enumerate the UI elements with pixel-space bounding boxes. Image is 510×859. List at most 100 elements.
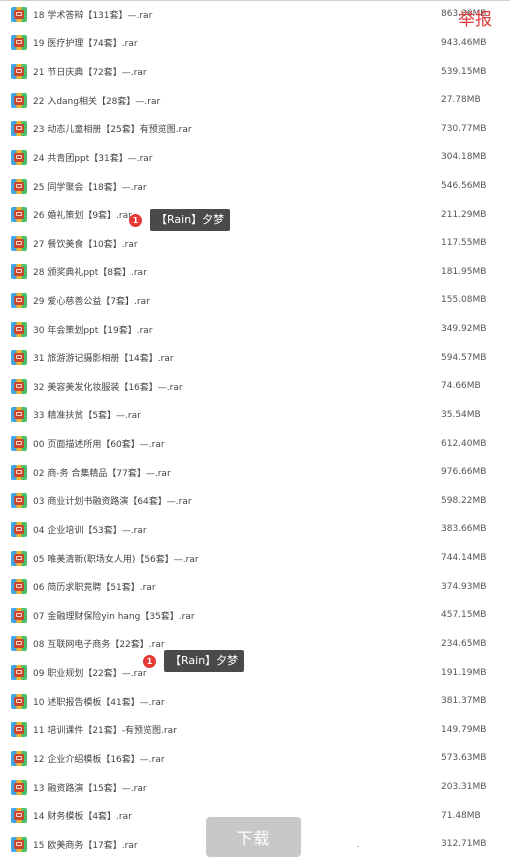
file-row[interactable]: 30 年会策划ppt【19套】.rar 349.92MB: [0, 315, 510, 344]
file-size: 304.18MB: [441, 152, 487, 163]
file-row[interactable]: 23 动态儿童相册【25套】有预览图.rar 730.77MB: [0, 114, 510, 143]
file-name: 23 动态儿童相册【25套】有预览图.rar: [33, 125, 192, 136]
file-row[interactable]: 29 爱心慈善公益【7套】.rar 155.08MB: [0, 286, 510, 315]
file-row[interactable]: 03 商业计划书融资路演【64套】—.rar 598.22MB: [0, 487, 510, 516]
file-name: 22 入dang相关【28套】—.rar: [33, 96, 161, 107]
file-row[interactable]: 08 互联网电子商务【22套】.rar 234.65MB: [0, 630, 510, 659]
file-row[interactable]: 09 职业规划【22套】—.rar 191.19MB: [0, 658, 510, 687]
comment-tip[interactable]: 1 【Rain】夕梦: [129, 209, 231, 231]
file-size: 234.65MB: [441, 638, 487, 649]
file-name: 21 节日庆典【72套】—.rar: [33, 68, 147, 79]
archive-file-icon: [11, 836, 27, 852]
file-row[interactable]: 18 学术答辩【131套】—.rar 863.36MB: [0, 0, 510, 29]
archive-file-icon: [11, 464, 27, 480]
file-row[interactable]: 00 页面描述所用【60套】—.rar 612.40MB: [0, 429, 510, 458]
archive-file-icon: [11, 6, 27, 22]
tip-count-badge: 1: [129, 213, 142, 227]
archive-file-icon: [11, 350, 27, 366]
file-row[interactable]: 19 医疗护理【74套】.rar 943.46MB: [0, 29, 510, 58]
report-link[interactable]: 举报: [458, 5, 492, 30]
file-name: 09 职业规划【22套】—.rar: [33, 669, 147, 680]
archive-file-icon: [11, 292, 27, 308]
file-row[interactable]: 27 餐饮美食【10套】.rar 117.55MB: [0, 229, 510, 258]
archive-file-icon: [11, 378, 27, 394]
file-name: 32 美容美发化妆服装【16套】—.rar: [33, 382, 183, 393]
file-row[interactable]: 13 融资路演【15套】—.rar 203.31MB: [0, 773, 510, 802]
file-name: 27 餐饮美食【10套】.rar: [33, 239, 138, 250]
file-row[interactable]: 32 美容美发化妆服装【16套】—.rar 74.66MB: [0, 372, 510, 401]
file-row[interactable]: 11 培训课件【21套】-有预览图.rar 149.79MB: [0, 716, 510, 745]
file-name: 05 唯美清新(职场女人用)【56套】—.rar: [33, 554, 199, 565]
file-size: 155.08MB: [441, 295, 487, 306]
file-size: 943.46MB: [441, 37, 487, 48]
file-name: 14 财务模板【4套】.rar: [33, 812, 132, 823]
file-name: 07 金融理财保险yin hang【35套】.rar: [33, 611, 195, 622]
file-row[interactable]: 31 旅游游记摄影相册【14套】.rar 594.57MB: [0, 343, 510, 372]
archive-file-icon: [11, 436, 27, 452]
file-size: 457.15MB: [441, 610, 487, 621]
tip-username: 【Rain】夕梦: [150, 209, 231, 231]
archive-file-icon: [11, 521, 27, 537]
archive-file-icon: [11, 149, 27, 165]
decorative-dot: [357, 846, 359, 847]
file-row[interactable]: 07 金融理财保险yin hang【35套】.rar 457.15MB: [0, 601, 510, 630]
file-size: 374.93MB: [441, 581, 487, 592]
file-name: 19 医疗护理【74套】.rar: [33, 39, 138, 50]
file-row[interactable]: 28 颁奖典礼ppt【8套】.rar 181.95MB: [0, 258, 510, 287]
archive-file-icon: [11, 779, 27, 795]
file-size: 149.79MB: [441, 724, 487, 735]
archive-file-icon: [11, 750, 27, 766]
file-row[interactable]: 02 商-务 合集精品【77套】—.rar 976.66MB: [0, 458, 510, 487]
file-size: 539.15MB: [441, 66, 487, 77]
file-size: 976.66MB: [441, 467, 487, 478]
comment-tip[interactable]: 1 【Rain】夕梦: [143, 650, 245, 672]
file-row[interactable]: 24 共青团ppt【31套】—.rar 304.18MB: [0, 143, 510, 172]
archive-file-icon: [11, 121, 27, 137]
file-name: 06 简历求职竞聘【51套】.rar: [33, 583, 156, 594]
archive-file-icon: [11, 92, 27, 108]
file-name: 13 融资路演【15套】—.rar: [33, 783, 147, 794]
file-name: 08 互联网电子商务【22套】.rar: [33, 640, 165, 651]
file-size: 612.40MB: [441, 438, 487, 449]
file-name: 30 年会策划ppt【19套】.rar: [33, 325, 153, 336]
file-row[interactable]: 25 同学聚会【18套】—.rar 546.56MB: [0, 172, 510, 201]
file-row[interactable]: 33 精准扶贫【5套】—.rar 35.54MB: [0, 401, 510, 430]
file-size: 546.56MB: [441, 181, 487, 192]
file-size: 191.19MB: [441, 667, 487, 678]
file-name: 25 同学聚会【18套】—.rar: [33, 182, 147, 193]
archive-file-icon: [11, 235, 27, 251]
file-size: 730.77MB: [441, 123, 487, 134]
file-name: 04 企业培训【53套】—.rar: [33, 525, 147, 536]
archive-file-icon: [11, 636, 27, 652]
file-row[interactable]: 12 企业介绍模板【16套】—.rar 573.63MB: [0, 744, 510, 773]
file-row[interactable]: 22 入dang相关【28套】—.rar 27.78MB: [0, 86, 510, 115]
file-row[interactable]: 10 述职报告模板【41套】—.rar 381.37MB: [0, 687, 510, 716]
archive-file-icon: [11, 207, 27, 223]
file-name: 24 共青团ppt【31套】—.rar: [33, 153, 153, 164]
archive-file-icon: [11, 579, 27, 595]
archive-file-icon: [11, 64, 27, 80]
archive-file-icon: [11, 321, 27, 337]
file-row[interactable]: 21 节日庆典【72套】—.rar 539.15MB: [0, 57, 510, 86]
file-size: 211.29MB: [441, 209, 487, 220]
file-size: 598.22MB: [441, 495, 487, 506]
file-row[interactable]: 26 婚礼策划【9套】.rar 211.29MB: [0, 200, 510, 229]
archive-file-icon: [11, 550, 27, 566]
file-size: 312.71MB: [441, 839, 487, 850]
file-name: 31 旅游游记摄影相册【14套】.rar: [33, 354, 174, 365]
file-name: 18 学术答辩【131套】—.rar: [33, 10, 153, 21]
file-name: 03 商业计划书融资路演【64套】—.rar: [33, 497, 192, 508]
file-row[interactable]: 06 简历求职竞聘【51套】.rar 374.93MB: [0, 572, 510, 601]
archive-file-icon: [11, 808, 27, 824]
archive-file-icon: [11, 722, 27, 738]
file-name: 12 企业介绍模板【16套】—.rar: [33, 754, 165, 765]
file-row[interactable]: 05 唯美清新(职场女人用)【56套】—.rar 744.14MB: [0, 544, 510, 573]
download-button[interactable]: 下载: [206, 817, 301, 857]
file-size: 71.48MB: [441, 810, 481, 821]
archive-file-icon: [11, 264, 27, 280]
file-size: 573.63MB: [441, 753, 487, 764]
archive-file-icon: [11, 35, 27, 51]
file-size: 744.14MB: [441, 553, 487, 564]
file-name: 00 页面描述所用【60套】—.rar: [33, 440, 165, 451]
file-row[interactable]: 04 企业培训【53套】—.rar 383.66MB: [0, 515, 510, 544]
